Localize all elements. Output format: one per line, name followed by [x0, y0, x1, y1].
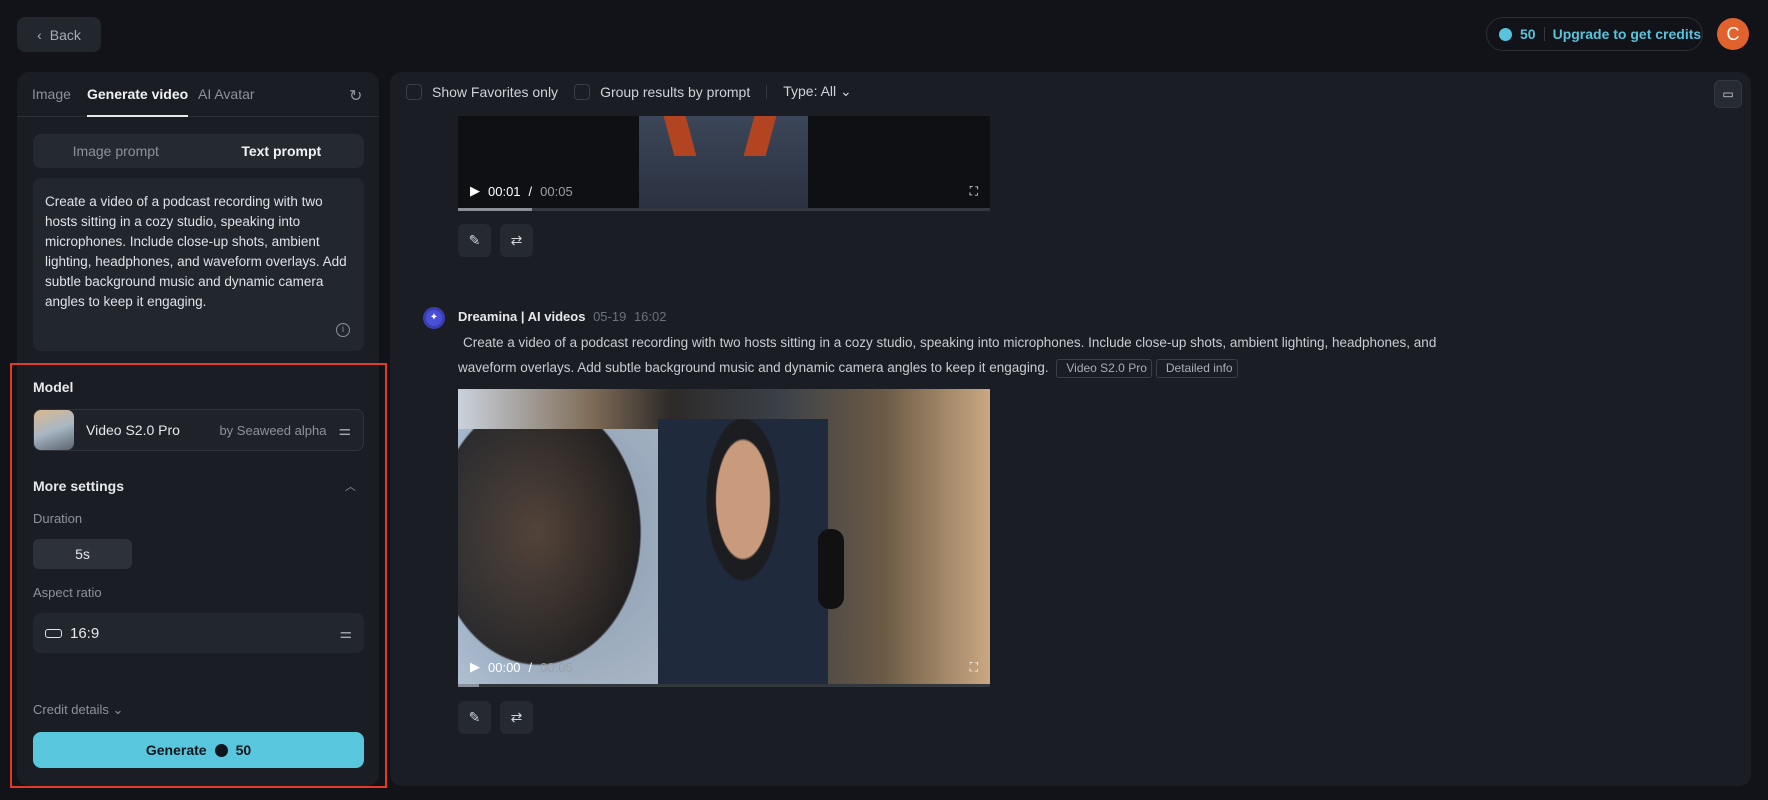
- host-foreground: [458, 429, 658, 687]
- tab-generate-video[interactable]: Generate video: [87, 86, 189, 117]
- folder-icon: ▭: [1722, 87, 1734, 101]
- fullscreen-icon[interactable]: ⛶: [970, 660, 978, 675]
- results-panel: Show Favorites only Group results by pro…: [390, 72, 1751, 786]
- tab-image[interactable]: Image: [32, 86, 71, 102]
- detailed-info-tag[interactable]: Detailed info: [1155, 359, 1238, 378]
- edit-button[interactable]: ✎: [458, 224, 491, 257]
- host-background: [658, 419, 828, 687]
- video-frame: [639, 116, 808, 211]
- credit-icon: [1499, 27, 1512, 41]
- group-label: Group results by prompt: [600, 83, 751, 100]
- tab-ai-avatar[interactable]: AI Avatar: [198, 86, 255, 102]
- result-prompt: Create a video of a podcast recording wi…: [458, 330, 1498, 380]
- model-tag[interactable]: Video S2.0 Pro: [1056, 359, 1152, 378]
- play-icon[interactable]: ▶: [470, 659, 480, 675]
- reset-icon[interactable]: ↻: [349, 86, 362, 106]
- microphone: [818, 529, 844, 609]
- chevron-left-icon: ‹: [37, 26, 42, 43]
- video-controls: ▶ 00:01/00:05: [470, 183, 573, 199]
- divider: [766, 84, 768, 99]
- text-prompt-option[interactable]: Text prompt: [199, 143, 365, 159]
- result-header: Dreamina | AI videos 05-19 16:02: [458, 309, 667, 324]
- regenerate-button[interactable]: ⇄: [500, 701, 533, 734]
- results-toolbar: Show Favorites only Group results by pro…: [406, 83, 852, 100]
- divider: [1543, 27, 1545, 41]
- type-filter-dropdown[interactable]: Type: All ⌄: [783, 83, 852, 100]
- dreamina-avatar-icon: ✦: [423, 307, 445, 329]
- repeat-icon: ⇄: [510, 232, 523, 248]
- folder-button[interactable]: ▭: [1714, 80, 1742, 108]
- highlight-box: [10, 363, 387, 788]
- video-player-2[interactable]: ▶ 00:00/00:05 ⛶: [458, 389, 990, 687]
- play-icon[interactable]: ▶: [470, 183, 480, 199]
- fullscreen-icon[interactable]: ⛶: [970, 184, 978, 199]
- credits-upgrade-button[interactable]: 50 Upgrade to get credits: [1486, 17, 1703, 51]
- info-icon[interactable]: i: [336, 323, 350, 337]
- edit-button[interactable]: ✎: [458, 701, 491, 734]
- video-controls: ▶ 00:00/00:05: [470, 659, 573, 675]
- favorites-checkbox[interactable]: [406, 83, 422, 100]
- mode-tabs: Image Generate video AI Avatar ↻: [17, 72, 379, 117]
- favorites-label: Show Favorites only: [432, 83, 559, 100]
- chevron-down-icon: ⌄: [840, 83, 852, 99]
- back-button[interactable]: ‹ Back: [17, 17, 101, 52]
- video-progress[interactable]: [458, 208, 990, 211]
- group-checkbox[interactable]: [574, 83, 591, 100]
- pencil-icon: ✎: [468, 709, 481, 725]
- repeat-icon: ⇄: [510, 709, 523, 725]
- prompt-mode-toggle: Image prompt Text prompt: [33, 134, 364, 168]
- user-avatar[interactable]: C: [1717, 18, 1749, 50]
- video-progress[interactable]: [458, 684, 990, 687]
- image-prompt-option[interactable]: Image prompt: [33, 143, 199, 159]
- prompt-input[interactable]: Create a video of a podcast recording wi…: [33, 178, 364, 351]
- video-player-1[interactable]: ▶ 00:01/00:05 ⛶: [458, 116, 990, 211]
- regenerate-button[interactable]: ⇄: [500, 224, 533, 257]
- pencil-icon: ✎: [468, 232, 481, 248]
